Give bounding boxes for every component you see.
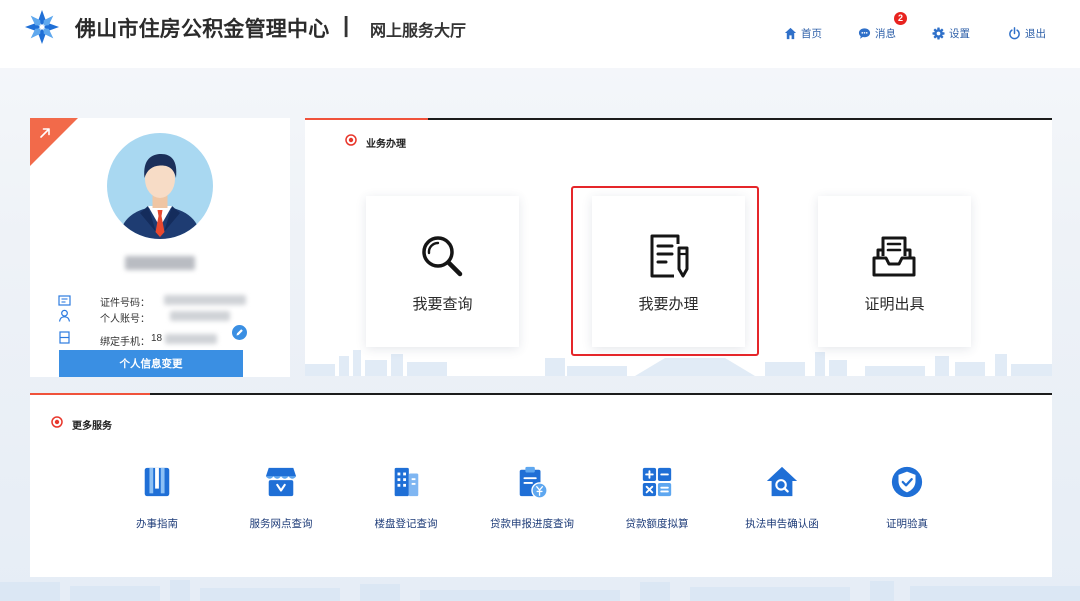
- nav-messages[interactable]: 消息: [858, 25, 896, 41]
- card-query-label: 我要查询: [412, 296, 473, 313]
- account-number-value-masked: [170, 311, 230, 321]
- more-services-panel: 更多服务 办事指南 服务网点查询 楼盘登记查询 贷款申报进度查询 贷款额度拟算 …: [30, 393, 1052, 577]
- service-outlet-label: 服务网点查询: [249, 518, 313, 530]
- highlight-frame: [571, 186, 759, 356]
- nav-settings-label: 设置: [949, 27, 970, 40]
- magnifier-icon: [422, 236, 463, 277]
- loan-progress-icon: [519, 466, 548, 499]
- arrow-up-right-icon: [40, 128, 50, 138]
- nav-logout-label: 退出: [1025, 27, 1046, 40]
- building-icon: [394, 467, 419, 497]
- service-certificate-verify[interactable]: 证明验真: [847, 463, 967, 533]
- service-loan-progress[interactable]: 贷款申报进度查询: [472, 463, 592, 533]
- business-panel-accent: [305, 118, 428, 120]
- site-title: 佛山市住房公积金管理中心: [75, 18, 330, 41]
- service-loan-calculator[interactable]: 贷款额度拟算: [597, 463, 717, 533]
- service-building-query[interactable]: 楼盘登记查询: [346, 463, 466, 533]
- service-certificate-verify-label: 证明验真: [886, 518, 928, 530]
- certificate-tray-icon: [872, 236, 916, 277]
- business-panel: 业务办理 我要查询 我要办理 证明出具: [305, 118, 1052, 376]
- account-number-label: 个人账号：: [100, 314, 150, 325]
- service-building-label: 楼盘登记查询: [374, 518, 438, 530]
- bound-phone-visible-prefix: 18: [151, 333, 163, 344]
- bound-phone-label: 绑定手机：: [100, 337, 150, 348]
- shield-check-icon: [891, 466, 923, 498]
- card-certificate[interactable]: 证明出具: [818, 196, 971, 347]
- service-enforcement-letter[interactable]: 执法申告确认函: [722, 463, 842, 533]
- id-card-icon: [58, 295, 71, 306]
- nav-logout[interactable]: 退出: [1008, 25, 1046, 41]
- edit-icon[interactable]: [232, 325, 247, 340]
- bound-phone-value-masked: [165, 334, 217, 344]
- guide-book-icon: [144, 467, 170, 497]
- message-icon: [858, 27, 871, 39]
- snowflake-logo-icon: [25, 10, 59, 44]
- nav-settings[interactable]: 设置: [932, 25, 970, 41]
- business-section-title: 业务办理: [366, 139, 406, 150]
- nav-home-label: 首页: [801, 27, 822, 40]
- service-guide[interactable]: 办事指南: [97, 463, 217, 533]
- id-number-value-masked: [164, 295, 246, 305]
- person-icon: [58, 309, 71, 322]
- section-radio-icon: [345, 134, 357, 146]
- power-icon: [1009, 26, 1020, 39]
- message-count-badge: 2: [894, 12, 907, 25]
- profile-card: 证件号码： 个人账号： 绑定手机： 18 个人信息变更: [30, 118, 290, 377]
- home-icon: [784, 27, 797, 39]
- card-query[interactable]: 我要查询: [366, 196, 519, 347]
- service-outlet-icon: [265, 467, 297, 497]
- section-radio-icon: [51, 416, 63, 428]
- gear-icon: [932, 26, 945, 40]
- service-outlet-query[interactable]: 服务网点查询: [221, 463, 341, 533]
- businessman-avatar: [107, 133, 213, 239]
- site-subtitle: 网上服务大厅: [370, 23, 467, 40]
- more-services-title: 更多服务: [72, 421, 112, 432]
- card-certificate-label: 证明出具: [864, 296, 925, 313]
- phone-card-icon: [59, 331, 70, 344]
- user-name-masked: [125, 256, 195, 270]
- more-services-accent: [30, 393, 150, 395]
- service-loan-progress-label: 贷款申报进度查询: [490, 518, 574, 530]
- skyline-decoration: [0, 580, 1080, 601]
- profile-change-button[interactable]: 个人信息变更: [59, 350, 243, 377]
- service-loan-calculator-label: 贷款额度拟算: [625, 518, 689, 530]
- nav-home[interactable]: 首页: [784, 25, 822, 41]
- house-search-icon: [766, 466, 798, 497]
- service-enforcement-letter-label: 执法申告确认函: [745, 518, 819, 530]
- top-header: 佛山市住房公积金管理中心 | 网上服务大厅 首页 消息 2 设置 退出: [0, 0, 1080, 68]
- title-separator: |: [343, 12, 350, 37]
- id-number-label: 证件号码：: [100, 298, 150, 309]
- service-guide-label: 办事指南: [136, 518, 178, 530]
- calculator-icon: [642, 467, 672, 497]
- nav-messages-label: 消息: [875, 27, 896, 40]
